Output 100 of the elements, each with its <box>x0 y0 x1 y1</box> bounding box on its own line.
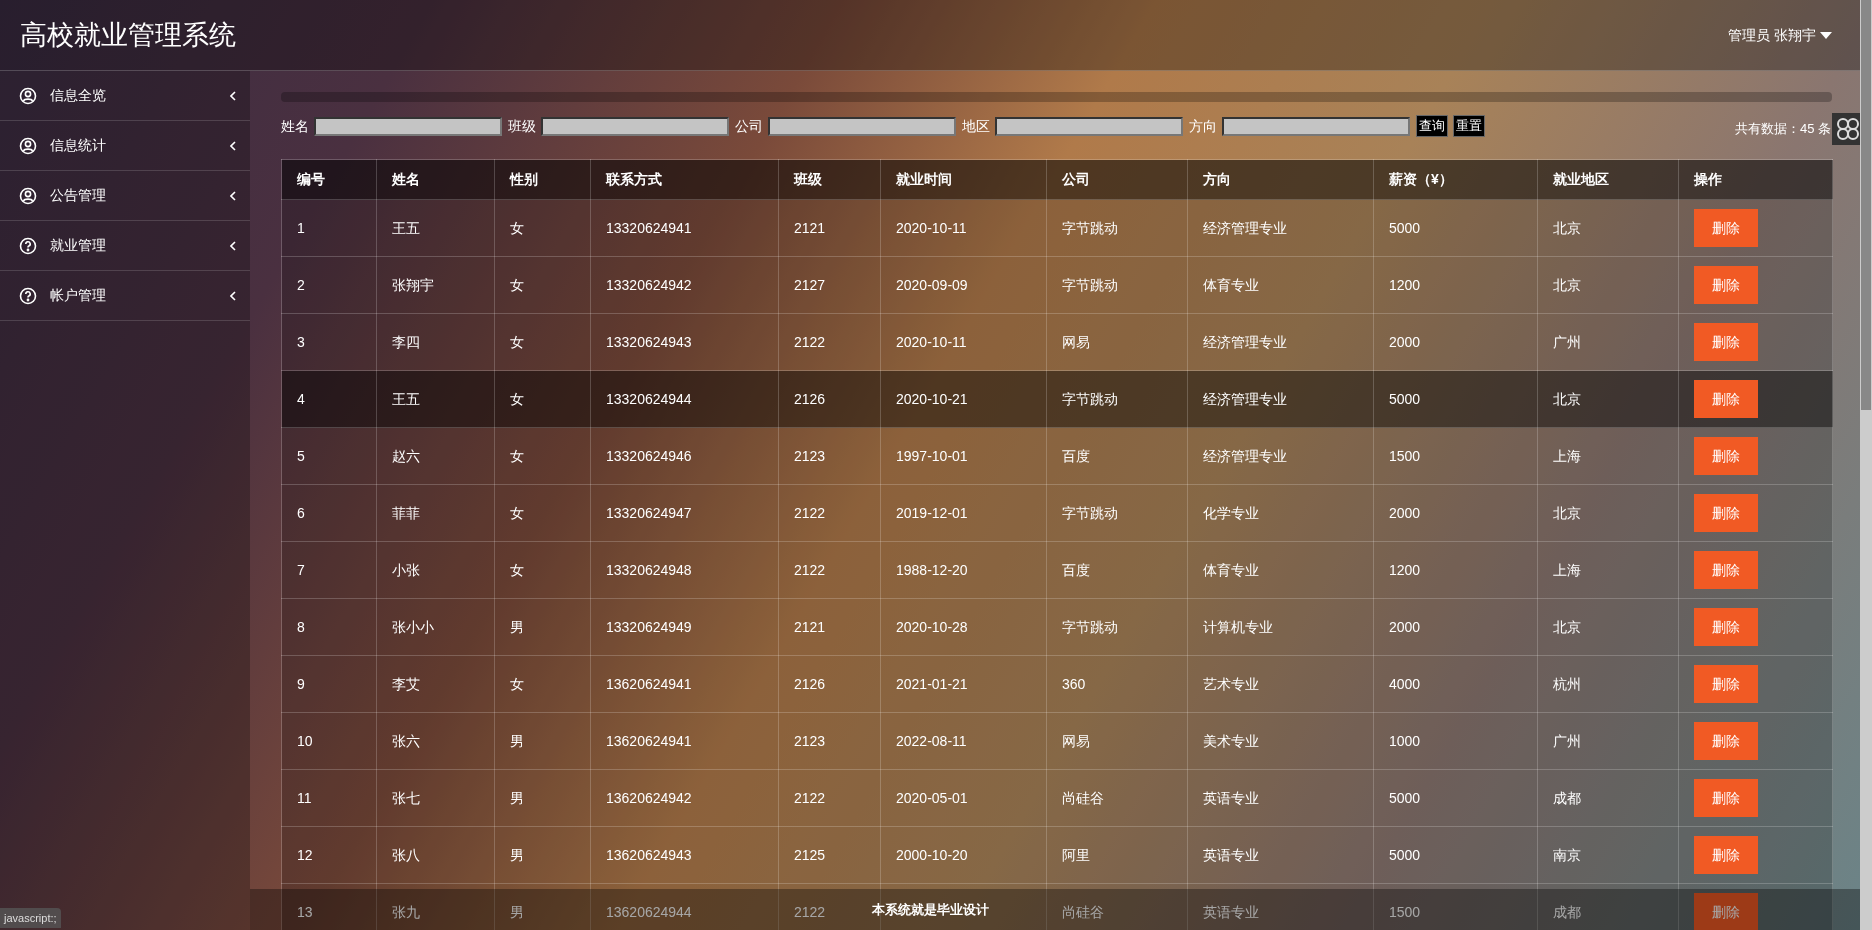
record-count: 共有数据：45 条 <box>1734 120 1831 139</box>
table-cell: 11 <box>297 789 312 806</box>
table-cell: 2122 <box>794 561 826 578</box>
table-cell: 13320624948 <box>606 561 692 578</box>
table-cell: 3 <box>297 333 305 350</box>
table-cell: 5 <box>297 447 305 464</box>
filter-label: 方向 <box>1189 116 1217 136</box>
delete-button[interactable]: 删除 <box>1694 893 1758 930</box>
table-cell: 2021-01-21 <box>896 675 968 692</box>
table-cell: 女 <box>510 675 524 692</box>
table-cell: 1200 <box>1389 561 1421 578</box>
table-cell: 北京 <box>1553 276 1581 293</box>
table-cell: 1500 <box>1389 903 1421 920</box>
table-cell: 1200 <box>1389 276 1421 293</box>
table-cell: 2123 <box>794 732 826 749</box>
column-header: 编号 <box>281 159 377 200</box>
table-cell: 13 <box>297 903 313 920</box>
delete-button[interactable]: 删除 <box>1694 551 1758 589</box>
column-header: 姓名 <box>376 159 495 200</box>
table-cell: 7 <box>297 561 305 578</box>
table-cell: 男 <box>510 903 524 920</box>
table-cell: 北京 <box>1553 504 1581 521</box>
table-cell: 张七 <box>392 789 420 806</box>
table-cell: 13320624942 <box>606 276 692 293</box>
table-cell: 男 <box>510 789 524 806</box>
table-cell: 字节跳动 <box>1062 504 1118 521</box>
app-title: 高校就业管理系统 <box>20 18 236 52</box>
table-cell: 女 <box>510 504 524 521</box>
table-cell: 8 <box>297 618 305 635</box>
table-cell: 女 <box>510 390 524 407</box>
delete-button[interactable]: 删除 <box>1694 437 1758 475</box>
table-cell: 2020-10-11 <box>896 333 967 350</box>
table-cell: 菲菲 <box>392 504 420 521</box>
sidebar-item[interactable]: 公告管理 <box>0 171 250 221</box>
table-cell: 5000 <box>1389 789 1421 806</box>
table-cell: 艺术专业 <box>1203 675 1259 692</box>
delete-button[interactable]: 删除 <box>1694 323 1758 361</box>
table-cell: 张小小 <box>392 618 434 635</box>
table-cell: 10 <box>297 732 313 749</box>
table-cell: 13620624943 <box>606 846 692 863</box>
delete-button[interactable]: 删除 <box>1694 380 1758 418</box>
delete-button[interactable]: 删除 <box>1694 608 1758 646</box>
delete-button[interactable]: 删除 <box>1694 722 1758 760</box>
table-cell: 体育专业 <box>1203 276 1259 293</box>
table-cell: 男 <box>510 732 524 749</box>
table-cell: 2122 <box>794 333 826 350</box>
table-cell: 李艾 <box>392 675 420 692</box>
status-text: javascript:; <box>0 907 61 928</box>
table-cell: 上海 <box>1553 561 1581 578</box>
table-cell: 尚硅谷 <box>1062 789 1104 806</box>
table-cell: 13620624944 <box>606 903 692 920</box>
table-cell: 王五 <box>392 390 420 407</box>
user-menu[interactable]: 管理员 张翔宇 <box>1728 24 1832 46</box>
table-cell: 2121 <box>794 219 826 236</box>
table-cell: 13320624949 <box>606 618 692 635</box>
column-header: 薪资（¥） <box>1373 159 1538 200</box>
table-cell: 女 <box>510 219 524 236</box>
sidebar-item[interactable]: 帐户管理 <box>0 271 250 321</box>
table-cell: 2020-10-21 <box>896 390 968 407</box>
sidebar-item[interactable]: 就业管理 <box>0 221 250 271</box>
table-cell: 13320624946 <box>606 447 692 464</box>
table-cell: 13320624941 <box>606 219 692 236</box>
table-cell: 1000 <box>1389 732 1421 749</box>
table-cell: 张六 <box>392 732 420 749</box>
filter-button[interactable]: 查询 <box>1416 115 1448 137</box>
table-cell: 2020-05-01 <box>896 789 968 806</box>
sidebar-item[interactable]: 信息统计 <box>0 121 250 171</box>
table-cell: 2 <box>297 276 305 293</box>
table-cell: 英语专业 <box>1203 846 1259 863</box>
delete-button[interactable]: 删除 <box>1694 665 1758 703</box>
filter-label: 地区 <box>962 116 990 136</box>
column-header: 就业地区 <box>1537 159 1679 200</box>
table-cell: 成都 <box>1553 789 1581 806</box>
table-cell: 男 <box>510 618 524 635</box>
table-cell: 网易 <box>1062 333 1090 350</box>
table-cell: 经济管理专业 <box>1203 333 1287 350</box>
sidebar-item[interactable]: 信息全览 <box>0 71 250 121</box>
delete-button[interactable]: 删除 <box>1694 266 1758 304</box>
table-cell: 360 <box>1062 675 1086 692</box>
table-cell: 2000 <box>1389 333 1421 350</box>
table-cell: 南京 <box>1553 846 1581 863</box>
table-cell: 广州 <box>1553 732 1581 749</box>
table-cell: 化学专业 <box>1203 504 1259 521</box>
column-header: 联系方式 <box>590 159 779 200</box>
table-cell: 1 <box>297 219 305 236</box>
table-cell: 男 <box>510 846 524 863</box>
delete-button[interactable]: 删除 <box>1694 836 1758 874</box>
table-cell: 4 <box>297 390 305 407</box>
delete-button[interactable]: 删除 <box>1694 209 1758 247</box>
delete-button[interactable]: 删除 <box>1694 779 1758 817</box>
table-cell: 2000-10-20 <box>896 846 968 863</box>
filter-button[interactable]: 重置 <box>1453 115 1485 137</box>
column-header: 公司 <box>1046 159 1188 200</box>
table-cell: 女 <box>510 447 524 464</box>
filter-label: 公司 <box>735 116 763 136</box>
table-cell: 4000 <box>1389 675 1421 692</box>
table-cell: 2122 <box>794 789 826 806</box>
table-cell: 阿里 <box>1062 846 1090 863</box>
delete-button[interactable]: 删除 <box>1694 494 1758 532</box>
table-cell: 女 <box>510 276 524 293</box>
